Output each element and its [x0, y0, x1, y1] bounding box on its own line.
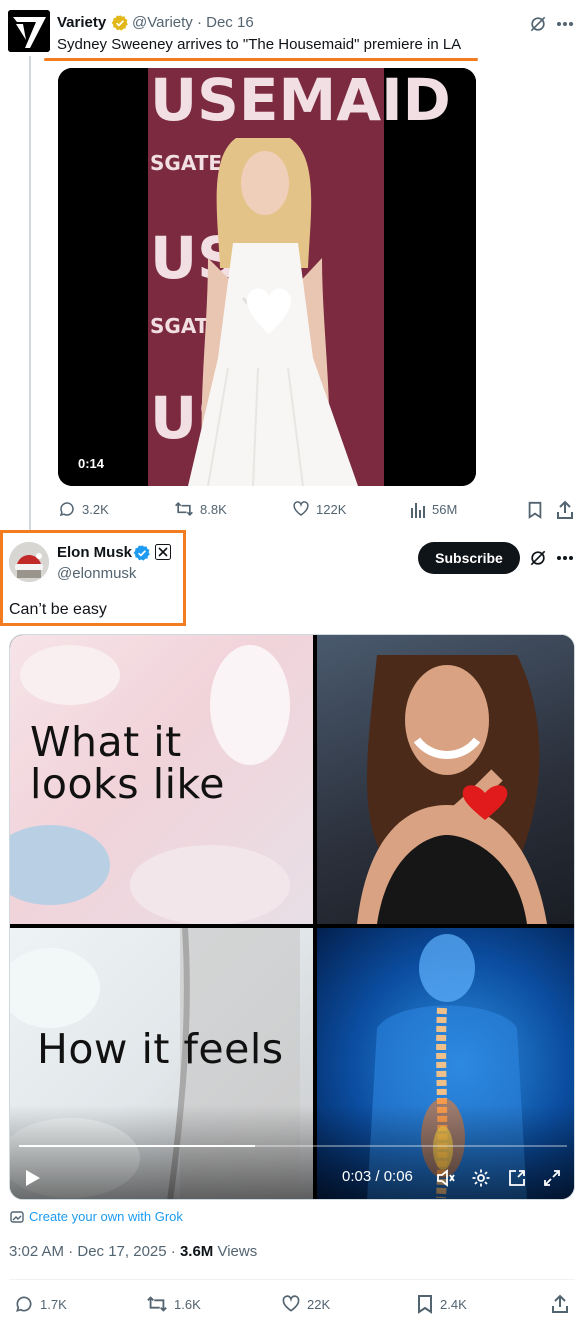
heart-icon: [292, 500, 310, 518]
repost-button[interactable]: 1.6K: [146, 1294, 201, 1314]
grok-icon[interactable]: [528, 548, 548, 568]
verified-badge-icon: [133, 544, 151, 562]
repost-button[interactable]: 8.8K: [174, 500, 227, 518]
video-duration: 0:14: [78, 456, 105, 471]
variety-video[interactable]: USEMAID SGATE USE SGAT USE: [58, 68, 476, 486]
repost-icon: [146, 1294, 168, 1314]
pip-icon[interactable]: [507, 1168, 527, 1188]
reply-icon: [14, 1294, 34, 1314]
reply-count: 1.7K: [40, 1296, 67, 1312]
backdrop-text: USEMAID: [150, 68, 451, 134]
x-affiliate-icon[interactable]: [155, 544, 171, 560]
reply-icon: [58, 500, 76, 518]
analytics-icon: [410, 500, 426, 518]
bookmark-count: 2.4K: [440, 1296, 467, 1312]
like-count: 22K: [307, 1296, 331, 1312]
video-time-readout: 0:03 / 0:06: [342, 1168, 413, 1185]
views-label: Views: [213, 1243, 258, 1260]
bookmark-icon[interactable]: [527, 501, 543, 519]
repost-icon: [174, 500, 194, 518]
meme-panel-looks: What it looks like: [10, 635, 313, 924]
subscribe-button[interactable]: Subscribe: [418, 542, 520, 574]
video-progress-fill: [19, 1145, 255, 1147]
variety-author-name[interactable]: Variety: [57, 14, 106, 31]
meme-panel-woman: [317, 635, 574, 924]
reply-button[interactable]: 1.7K: [14, 1294, 67, 1314]
share-icon[interactable]: [556, 500, 574, 520]
create-with-grok-link[interactable]: Create your own with Grok: [10, 1209, 183, 1224]
more-options-icon[interactable]: [556, 14, 574, 34]
grok-image-icon: [10, 1210, 24, 1224]
views-button[interactable]: 56M: [410, 500, 457, 518]
elon-tweet-text: Can’t be easy: [9, 601, 107, 618]
variety-tweet-text: Sydney Sweeney arrives to "The Housemaid…: [57, 36, 462, 53]
repost-count: 1.6K: [174, 1296, 201, 1312]
meme-caption-top: What it looks like: [30, 718, 225, 808]
heart-icon: [281, 1294, 301, 1314]
elon-author-name[interactable]: Elon Musk: [57, 544, 132, 561]
fullscreen-icon[interactable]: [542, 1168, 562, 1188]
grok-link-label: Create your own with Grok: [29, 1209, 183, 1224]
meme-caption-bottom: How it feels: [37, 1025, 284, 1073]
bookmark-button[interactable]: 2.4K: [416, 1294, 467, 1314]
meme-video[interactable]: What it looks like How it feels 0:03 / 0…: [9, 634, 575, 1200]
like-count: 122K: [316, 501, 347, 517]
mute-icon[interactable]: [436, 1168, 456, 1188]
backdrop-text: SGATE: [150, 151, 222, 175]
settings-gear-icon[interactable]: [471, 1168, 491, 1188]
grok-icon[interactable]: [528, 14, 548, 34]
play-icon[interactable]: [24, 1168, 42, 1188]
highlight-underline: [44, 58, 478, 61]
repost-count: 8.8K: [200, 501, 227, 517]
elon-avatar[interactable]: [9, 542, 49, 582]
gold-verified-icon: [111, 14, 129, 32]
backdrop-text: SGAT: [150, 314, 209, 338]
like-button[interactable]: 22K: [281, 1294, 330, 1314]
like-button[interactable]: 122K: [292, 500, 346, 518]
elon-handle[interactable]: @elonmusk: [57, 565, 136, 582]
views-count: 56M: [432, 501, 458, 517]
bookmark-icon: [416, 1294, 434, 1314]
timestamp-text: 3:02 AM · Dec 17, 2025 ·: [9, 1243, 180, 1260]
divider: [9, 1279, 575, 1280]
tweet-timestamp[interactable]: 3:02 AM · Dec 17, 2025 · 3.6M Views: [9, 1243, 257, 1260]
more-options-icon[interactable]: [556, 548, 574, 568]
variety-handle-date[interactable]: @Variety · Dec 16: [132, 14, 254, 31]
reply-count: 3.2K: [82, 501, 109, 517]
variety-avatar[interactable]: [8, 10, 50, 52]
views-total: 3.6M: [179, 1243, 214, 1260]
thread-line: [29, 56, 31, 530]
reply-button[interactable]: 3.2K: [58, 500, 109, 518]
share-icon[interactable]: [550, 1294, 570, 1314]
